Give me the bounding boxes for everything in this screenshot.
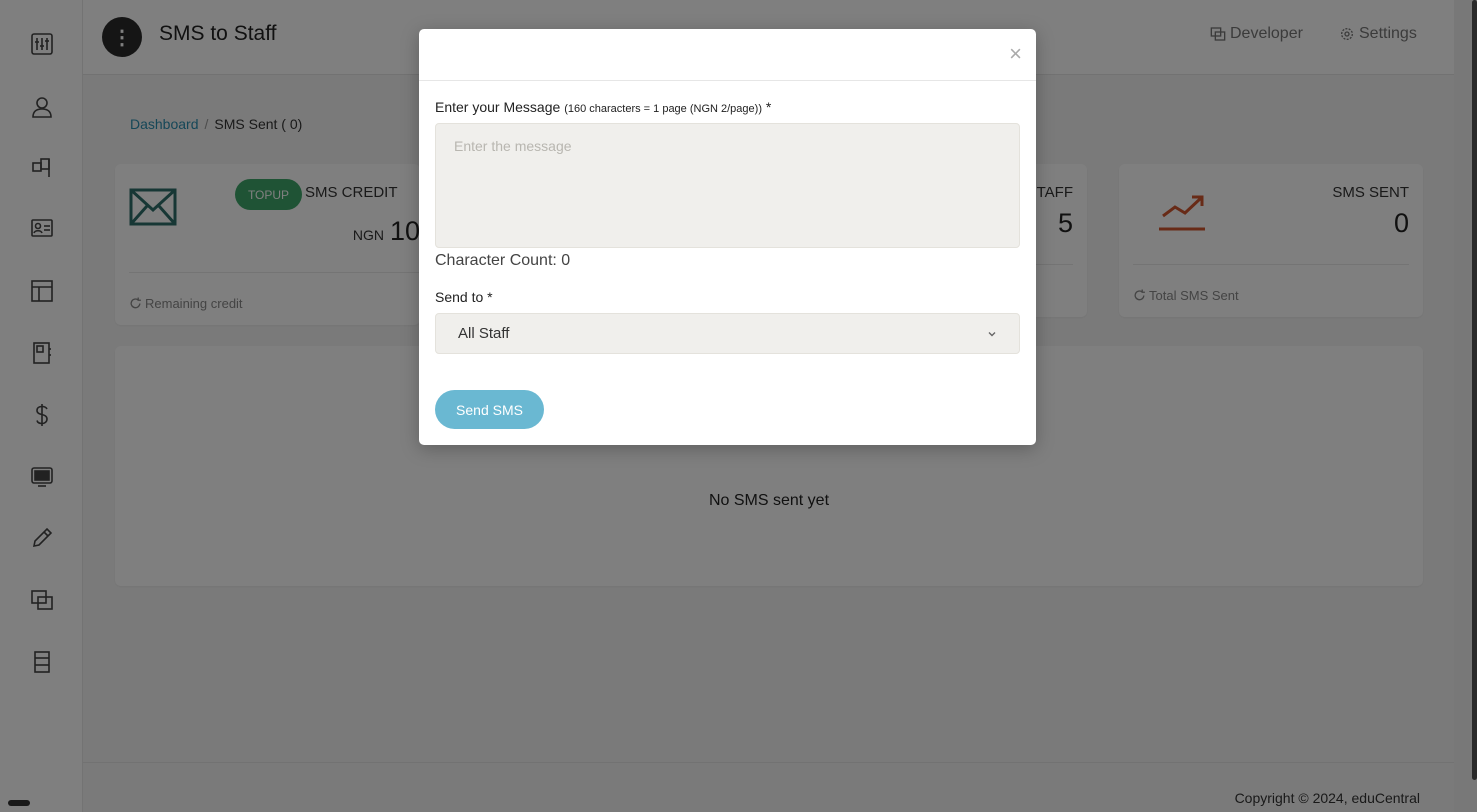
send-to-value: All Staff <box>458 325 510 342</box>
message-label-text: Enter your Message <box>435 99 561 115</box>
send-to-label: Send to * <box>435 289 493 305</box>
close-icon[interactable]: × <box>1009 43 1022 65</box>
character-count: Character Count: 0 <box>435 252 571 269</box>
send-sms-modal: × Enter your Message (160 characters = 1… <box>419 29 1036 445</box>
send-to-select[interactable]: All Staff <box>435 313 1020 354</box>
message-hint: (160 characters = 1 page (NGN 2/page)) <box>564 103 762 115</box>
modal-header: × <box>419 29 1036 81</box>
required-mark: * <box>765 99 772 115</box>
send-sms-button[interactable]: Send SMS <box>435 390 544 429</box>
chevron-down-icon <box>988 331 996 336</box>
message-input[interactable] <box>435 123 1020 248</box>
message-label: Enter your Message (160 characters = 1 p… <box>435 99 771 115</box>
